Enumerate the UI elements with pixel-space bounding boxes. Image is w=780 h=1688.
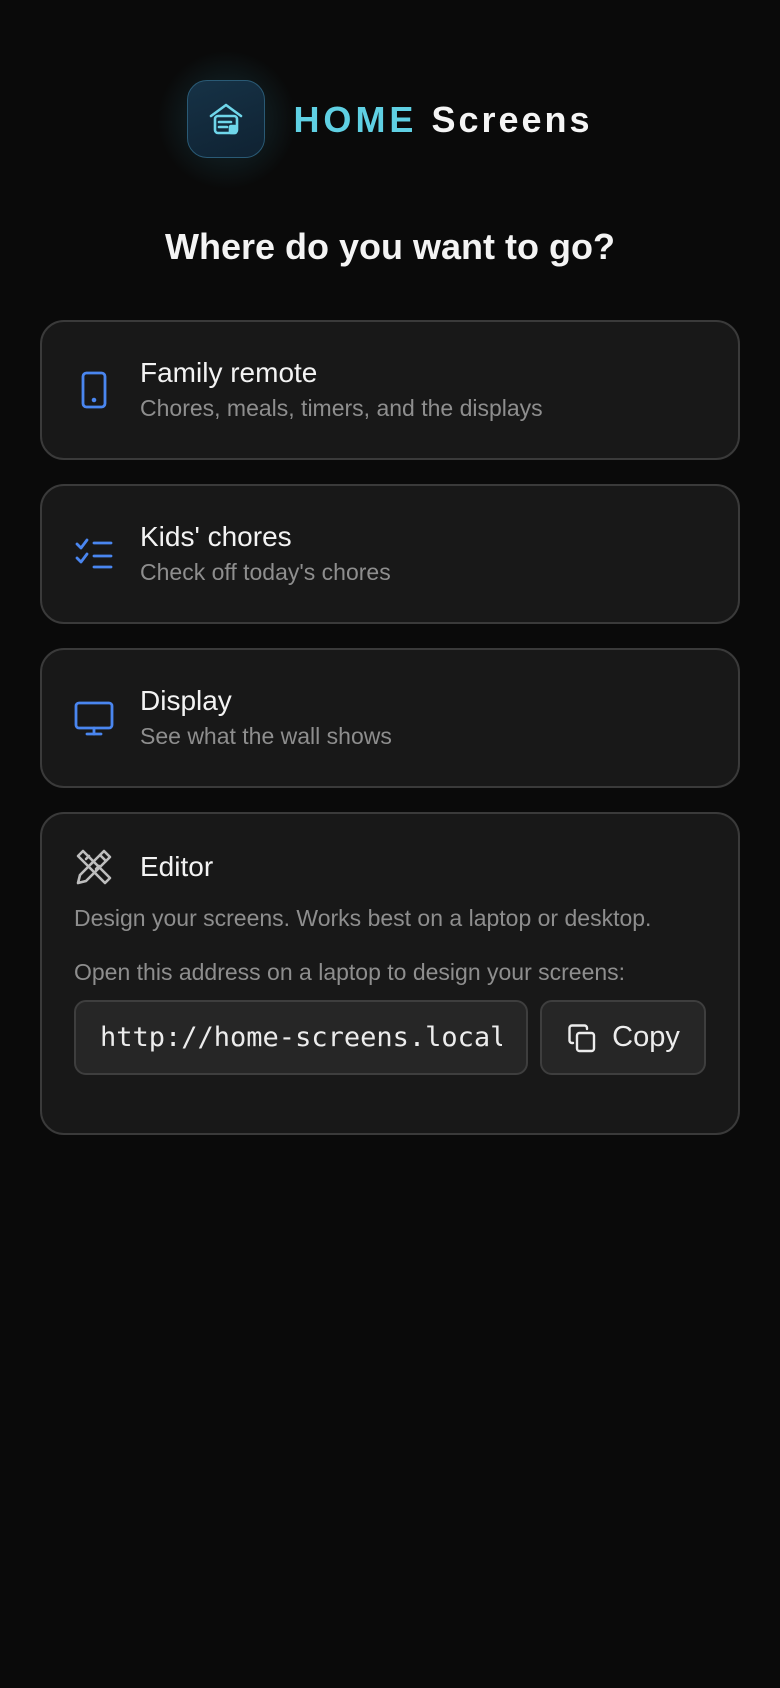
kids-chores-title: Kids' chores: [140, 521, 292, 552]
house-screen-icon: [210, 103, 243, 135]
start-page: HOME Screens Where do you want to go? Fa…: [0, 0, 780, 1688]
copy-button[interactable]: Copy: [540, 1000, 706, 1075]
pencil-ruler-icon: [74, 847, 114, 887]
family-remote-subtitle: Chores, meals, timers, and the displays: [140, 395, 543, 421]
kids-chores-subtitle: Check off today's chores: [140, 559, 391, 585]
copy-icon: [568, 1023, 596, 1052]
kids-chores-card[interactable]: Kids' chores Check off today's chores: [40, 484, 740, 624]
brand-name: HOME Screens: [293, 99, 592, 141]
editor-header: Editor: [74, 846, 706, 888]
page-title: Where do you want to go?: [165, 226, 615, 267]
monitor-icon: [74, 698, 114, 738]
family-remote-text: Family remote Chores, meals, timers, and…: [140, 356, 543, 424]
family-remote-title: Family remote: [140, 357, 318, 388]
brand-header: HOME Screens: [0, 50, 780, 190]
copy-button-label: Copy: [612, 1021, 680, 1053]
url-row: Copy: [74, 1000, 706, 1075]
checklist-icon: [74, 534, 114, 574]
editor-url-field[interactable]: [74, 1000, 528, 1075]
display-subtitle: See what the wall shows: [140, 723, 392, 749]
display-title: Display: [140, 685, 232, 716]
logo-tile: [187, 80, 266, 158]
phone-icon: [74, 370, 114, 410]
kids-chores-text: Kids' chores Check off today's chores: [140, 520, 391, 588]
app-logo: [157, 50, 298, 190]
editor-card: Editor Design your screens. Works best o…: [40, 812, 740, 1135]
brand-screens: Screens: [431, 99, 593, 140]
editor-hint: Open this address on a laptop to design …: [74, 959, 626, 985]
display-text: Display See what the wall shows: [140, 684, 392, 752]
editor-description: Design your screens. Works best on a lap…: [74, 905, 652, 931]
family-remote-card[interactable]: Family remote Chores, meals, timers, and…: [40, 320, 740, 460]
editor-title: Editor: [140, 851, 214, 882]
brand-home: HOME: [293, 99, 418, 140]
display-card[interactable]: Display See what the wall shows: [40, 648, 740, 788]
